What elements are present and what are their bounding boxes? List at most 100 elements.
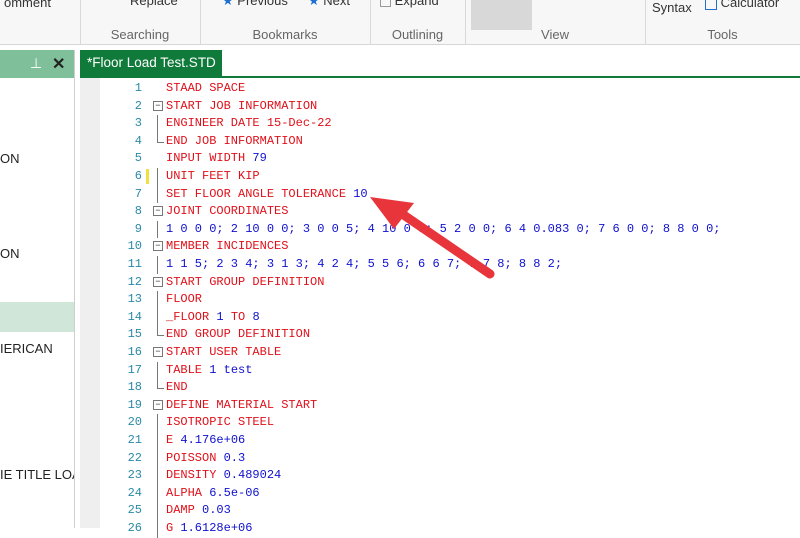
view-preview-thumbnail[interactable]: [471, 0, 532, 30]
next-bookmark-button[interactable]: ★ Next: [308, 0, 350, 9]
code-line[interactable]: 16 − START USER TABLE: [80, 344, 800, 362]
code-keyword: DENSITY: [166, 468, 224, 483]
code-number: 1.6128e+06: [180, 521, 253, 535]
code-keyword: DAMP: [166, 503, 203, 518]
fold-guide: [157, 185, 158, 204]
line-number: 1: [134, 81, 142, 95]
code-keyword: ISOTROPIC STEEL: [166, 415, 275, 430]
line-number: 14: [127, 309, 142, 324]
code-line[interactable]: 12− START GROUP DEFINITION: [80, 274, 800, 292]
line-number: 26: [127, 521, 142, 535]
code-line[interactable]: 2− START JOB INFORMATION: [80, 98, 800, 116]
calculator-button[interactable]: Calculator: [705, 0, 779, 10]
code-line[interactable]: 20 ISOTROPIC STEEL: [80, 414, 800, 432]
code-line[interactable]: 10− MEMBER INCIDENCES: [80, 238, 800, 256]
fold-guide: [157, 168, 158, 186]
code-line[interactable]: 3 ENGINEER DATE 15-Dec-22: [80, 115, 800, 133]
code-number: 8: [252, 309, 260, 324]
code-keyword: END GROUP DEFINITION: [166, 327, 311, 342]
code-keyword: TABLE: [166, 362, 210, 377]
fold-toggle-icon[interactable]: −: [153, 276, 163, 287]
code-keyword: START GROUP DEFINITION: [166, 274, 325, 289]
fold-toggle-icon[interactable]: −: [153, 347, 163, 357]
line-number: 6: [134, 169, 142, 183]
code-line[interactable]: 1 STAAD SPACE: [80, 80, 800, 98]
left-panel-item[interactable]: ON: [0, 246, 20, 261]
code-text: ENGINEER DATE 15-Dec-22: [166, 115, 332, 133]
fold-guide: [157, 256, 158, 274]
code-keyword: ENGINEER DATE 15-Dec-22: [166, 116, 332, 131]
code-line[interactable]: 18 END: [80, 379, 800, 397]
line-number: 2: [134, 98, 142, 113]
code-keyword: SET FLOOR ANGLE TOLERANCE: [166, 186, 354, 201]
code-text: DENSITY 0.489024: [166, 467, 281, 485]
left-panel-item[interactable]: IERICAN: [0, 341, 53, 356]
comment-button[interactable]: omment: [4, 0, 51, 10]
code-line[interactable]: 4 END JOB INFORMATION: [80, 132, 800, 151]
fold-guide-end: [157, 132, 164, 143]
fold-toggle-icon[interactable]: −: [153, 241, 163, 252]
code-line[interactable]: 7 SET FLOOR ANGLE TOLERANCE 10: [80, 185, 800, 204]
fold-toggle-icon[interactable]: −: [153, 206, 163, 217]
code-keyword: E: [166, 433, 181, 447]
left-panel-item[interactable]: IE TITLE LOA: [0, 467, 74, 482]
line-number: 23: [127, 468, 142, 483]
ribbon-group-comment: omment: [0, 0, 81, 44]
left-panel-item[interactable]: ON: [0, 151, 20, 166]
ribbon-group-outlining: Expand Outlining: [370, 0, 466, 44]
code-line[interactable]: 8− JOINT COORDINATES: [80, 203, 800, 221]
code-text: ALPHA 6.5e-06: [166, 485, 260, 503]
code-line[interactable]: 24 ALPHA 6.5e-06: [80, 484, 800, 503]
code-text: END JOB INFORMATION: [166, 133, 303, 151]
fold-guide: [157, 449, 158, 468]
previous-bookmark-button[interactable]: ★ Previous: [222, 0, 288, 9]
code-text: JOINT COORDINATES: [166, 203, 288, 221]
replace-button[interactable]: Replace: [130, 0, 178, 8]
code-line[interactable]: 23 DENSITY 0.489024: [80, 467, 800, 485]
syntax-button[interactable]: Syntax: [652, 0, 692, 15]
code-text: SET FLOOR ANGLE TOLERANCE 10: [166, 186, 368, 204]
left-panel-selected-row[interactable]: [0, 302, 74, 332]
calculator-icon: [705, 0, 717, 10]
expand-button[interactable]: Expand: [380, 0, 439, 8]
left-panel-header: ⊥ ✕: [0, 50, 74, 78]
fold-toggle-icon[interactable]: −: [153, 399, 163, 410]
code-line[interactable]: 14 _FLOOR 1 TO 8: [80, 308, 800, 327]
code-keyword: POISSON: [166, 450, 224, 465]
code-line[interactable]: 22 POISSON 0.3: [80, 449, 800, 468]
code-text: E 4.176e+06: [166, 432, 245, 450]
code-line[interactable]: 13 FLOOR: [80, 291, 800, 309]
line-number: 19: [127, 397, 142, 412]
pin-icon[interactable]: ⊥: [30, 55, 42, 72]
star-icon: ★: [308, 0, 320, 8]
code-keyword: END JOB INFORMATION: [166, 133, 303, 148]
fold-toggle-icon[interactable]: −: [153, 100, 163, 111]
line-number: 25: [127, 503, 142, 518]
code-line[interactable]: 19− DEFINE MATERIAL START: [80, 397, 800, 415]
tab-floor-load-test[interactable]: *Floor Load Test.STD: [80, 50, 222, 76]
line-number: 13: [127, 292, 142, 307]
change-marker: [146, 169, 149, 184]
code-line[interactable]: 11 1 1 5; 2 3 4; 3 1 3; 4 2 4; 5 5 6; 6 6…: [80, 256, 800, 274]
code-line[interactable]: 17 TABLE 1 test: [80, 361, 800, 380]
code-line[interactable]: 25 DAMP 0.03: [80, 502, 800, 520]
close-icon[interactable]: ✕: [52, 54, 65, 74]
line-number: 4: [134, 133, 142, 148]
code-line[interactable]: 26 G 1.6128e+06: [80, 520, 800, 538]
code-line[interactable]: 15 END GROUP DEFINITION: [80, 326, 800, 344]
code-keyword: START JOB INFORMATION: [166, 98, 318, 113]
fold-guide: [157, 484, 158, 503]
code-editor[interactable]: 1 STAAD SPACE 2− START JOB INFORMATION 3 ENGI…: [80, 78, 800, 538]
code-line[interactable]: 5 INPUT WIDTH 79: [80, 150, 800, 168]
ribbon-group-bookmarks: ★ Previous ★ Next Bookmarks: [200, 0, 371, 44]
code-keyword: FLOOR: [166, 292, 203, 307]
line-number: 9: [134, 221, 142, 236]
code-line[interactable]: 9 1 0 0 0; 2 10 0 0; 3 0 0 5; 4 10 0 5; 5…: [80, 220, 800, 239]
line-number: 16: [127, 345, 142, 359]
fold-guide: [157, 467, 158, 485]
fold-guide-end: [157, 326, 164, 337]
code-line[interactable]: 21 E 4.176e+06: [80, 432, 800, 450]
fold-guide: [157, 432, 158, 450]
code-text: STAAD SPACE: [166, 80, 245, 98]
code-line[interactable]: 6 UNIT FEET KIP: [80, 168, 800, 186]
